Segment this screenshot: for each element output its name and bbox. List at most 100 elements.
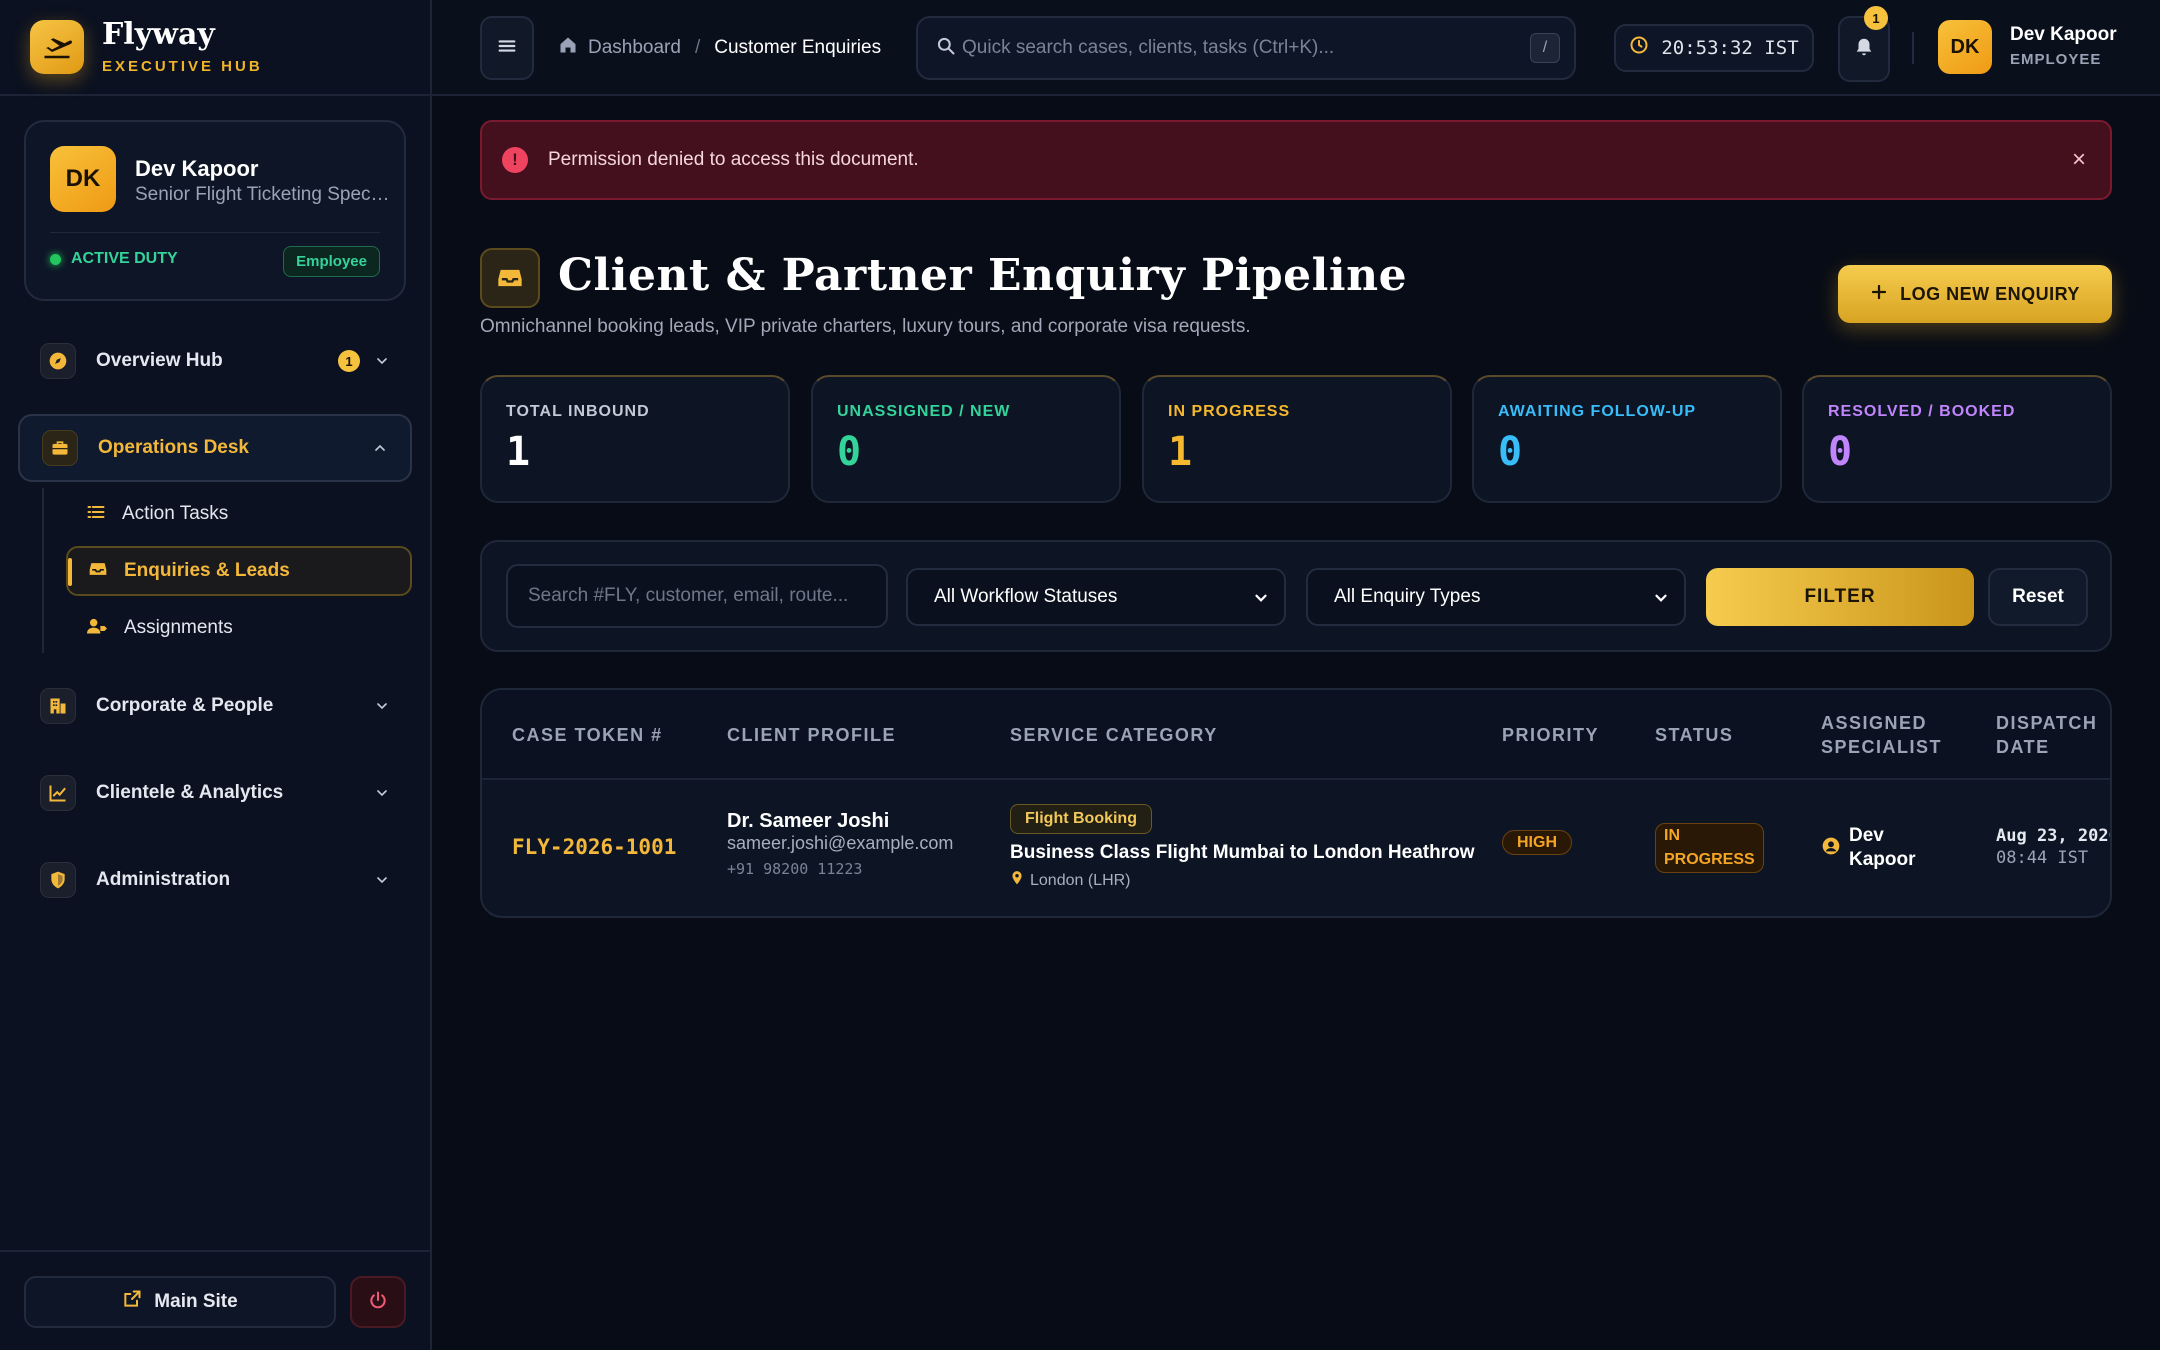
nav-clientele-label: Clientele & Analytics: [96, 782, 284, 803]
task-list-icon: [86, 502, 106, 527]
header-service-category[interactable]: SERVICE CATEGORY: [1010, 723, 1218, 747]
building-icon: [40, 688, 76, 724]
alert-message: Permission denied to access this documen…: [548, 149, 919, 170]
service-category: Flight Booking Business Class Flight Mum…: [1010, 804, 1474, 891]
header-dispatch-date[interactable]: DISPATCH DATE: [1996, 711, 2097, 759]
header-case-token[interactable]: CASE TOKEN #: [512, 723, 663, 747]
home-icon: [558, 35, 578, 61]
bell-icon: [1853, 36, 1875, 63]
profile-role: Senior Flight Ticketing Specialist: [135, 184, 393, 205]
enquiry-type-select[interactable]: All Enquiry Types: [1306, 568, 1686, 626]
stat-card-resolved: RESOLVED / BOOKED 0: [1802, 375, 2112, 503]
filter-bar: All Workflow Statuses All Enquiry Types …: [480, 540, 2112, 652]
nav-operations-label: Operations Desk: [98, 437, 249, 458]
status-dot-icon: [50, 253, 61, 265]
nav-enquiries-label: Enquiries & Leads: [124, 560, 290, 581]
nav-action-tasks[interactable]: Action Tasks: [66, 489, 412, 539]
nav-action-tasks-label: Action Tasks: [122, 503, 229, 524]
search-icon: [936, 36, 956, 61]
global-search-input[interactable]: [962, 37, 1530, 59]
sidebar: Flyway EXECUTIVE HUB DK Dev Kapoor Senio…: [0, 0, 432, 1350]
clock-time: 20:53:32 IST: [1661, 37, 1799, 59]
enquiry-search-input[interactable]: [506, 564, 888, 628]
profile-card: DK Dev Kapoor Senior Flight Ticketing Sp…: [24, 120, 406, 301]
chevron-down-icon: [374, 785, 390, 801]
user-circle-icon: [1821, 836, 1841, 861]
header-client-profile[interactable]: CLIENT PROFILE: [727, 723, 896, 747]
client-name: Dr. Sameer Joshi: [727, 810, 890, 832]
breadcrumb-dashboard[interactable]: Dashboard: [558, 35, 681, 61]
shield-icon: [40, 862, 76, 898]
nav-administration-label: Administration: [96, 869, 231, 890]
nav-enquiries-leads[interactable]: Enquiries & Leads: [66, 546, 412, 596]
divider: [50, 232, 380, 233]
header-assigned-line1: ASSIGNED: [1821, 713, 1928, 733]
stat-label: TOTAL INBOUND: [506, 403, 650, 420]
client-email: sameer.joshi@example.com: [727, 833, 954, 853]
dispatch-cell: Aug 23, 2026 08:44 IST: [1996, 826, 2110, 868]
header-priority[interactable]: PRIORITY: [1502, 723, 1599, 747]
brand-subtitle: EXECUTIVE HUB: [102, 57, 263, 75]
filter-button[interactable]: FILTER: [1706, 568, 1974, 626]
avatar: DK: [50, 146, 116, 212]
brand[interactable]: Flyway EXECUTIVE HUB: [0, 0, 430, 96]
shortcut-key: /: [1530, 33, 1560, 63]
dispatch-time: 08:44 IST: [1996, 848, 2089, 868]
global-search: /: [916, 16, 1576, 80]
specialist-cell: Dev Kapoor: [1821, 824, 1916, 872]
stat-label: IN PROGRESS: [1168, 403, 1291, 420]
nav-overview-label: Overview Hub: [96, 350, 223, 371]
stat-card-awaiting-follow-up: AWAITING FOLLOW-UP 0: [1472, 375, 1782, 503]
client-phone: +91 98200 11223: [727, 860, 863, 878]
nav-assignments[interactable]: Assignments: [66, 603, 412, 653]
stat-label: UNASSIGNED / NEW: [837, 403, 1011, 420]
case-token[interactable]: FLY-2026-1001: [512, 835, 676, 859]
close-icon[interactable]: ×: [2072, 146, 2086, 174]
chevron-up-icon: [372, 440, 388, 456]
stat-value: 0: [837, 429, 862, 475]
breadcrumb-separator: /: [694, 37, 701, 58]
reset-button[interactable]: Reset: [1988, 568, 2088, 626]
workflow-status-select[interactable]: All Workflow Statuses: [906, 568, 1286, 626]
power-icon: [368, 1290, 388, 1315]
enquiry-type-value: All Enquiry Types: [1334, 586, 1481, 607]
page-subtitle: Omnichannel booking leads, VIP private c…: [480, 316, 1251, 337]
specialist-first: Dev: [1849, 825, 1884, 846]
topbar: Dashboard / Customer Enquiries / 20:53:3…: [432, 0, 2160, 96]
stat-value: 0: [1498, 429, 1523, 475]
inbox-icon: [480, 248, 540, 308]
nav-administration[interactable]: Administration: [18, 846, 412, 914]
logout-button[interactable]: [350, 1276, 406, 1328]
nav-overview-hub[interactable]: Overview Hub 1: [18, 327, 412, 395]
header-status[interactable]: STATUS: [1655, 723, 1733, 747]
user-avatar[interactable]: DK: [1938, 20, 1992, 74]
submenu-line: [42, 488, 44, 653]
notification-count: 1: [1864, 6, 1888, 30]
breadcrumb: Dashboard / Customer Enquiries: [558, 0, 881, 96]
nav-corporate-people[interactable]: Corporate & People: [18, 672, 412, 740]
nav-operations-desk[interactable]: Operations Desk: [18, 414, 412, 482]
duty-status-label: ACTIVE DUTY: [71, 250, 178, 267]
stat-value: 1: [506, 429, 531, 475]
status-line2: PROGRESS: [1664, 851, 1755, 868]
alert-exclamation-icon: !: [502, 147, 528, 173]
profile-name: Dev Kapoor: [135, 156, 259, 181]
chevron-down-icon: [374, 872, 390, 888]
specialist-last: Kapoor: [1849, 849, 1916, 870]
user-name: Dev Kapoor: [2010, 24, 2117, 45]
log-new-enquiry-button[interactable]: LOG NEW ENQUIRY: [1838, 265, 2112, 323]
stat-card-in-progress: IN PROGRESS 1: [1142, 375, 1452, 503]
menu-toggle-button[interactable]: [480, 16, 534, 80]
hamburger-icon: [496, 35, 518, 62]
status-cell: IN PROGRESS: [1655, 823, 1764, 873]
stat-label: RESOLVED / BOOKED: [1828, 403, 2016, 420]
error-alert: ! Permission denied to access this docum…: [480, 120, 2112, 200]
nav-clientele-analytics[interactable]: Clientele & Analytics: [18, 759, 412, 827]
stat-card-unassigned: UNASSIGNED / NEW 0: [811, 375, 1121, 503]
map-pin-icon: [1010, 870, 1024, 891]
main-site-button[interactable]: Main Site: [24, 1276, 336, 1328]
chevron-down-icon: [374, 353, 390, 369]
priority-badge: HIGH: [1502, 830, 1572, 855]
client-profile: Dr. Sameer Joshi sameer.joshi@example.co…: [727, 810, 953, 878]
header-assigned-specialist[interactable]: ASSIGNED SPECIALIST: [1821, 711, 1942, 759]
